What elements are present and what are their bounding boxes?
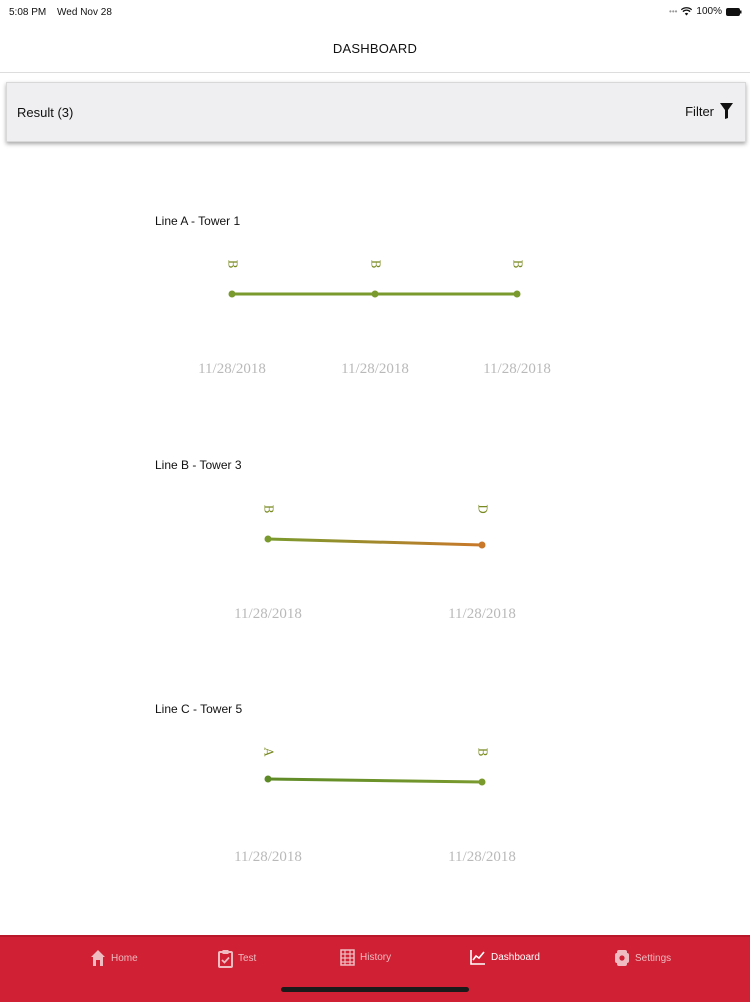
tab-test-label: Test [238, 953, 257, 964]
chart-title-line-c: Line C - Tower 5 [155, 702, 243, 716]
x-tick-label: 11/28/2018 [198, 361, 266, 377]
tab-home-label: Home [111, 952, 138, 964]
tab-dashboard[interactable]: Dashboard [470, 949, 540, 965]
data-label: B [226, 260, 240, 269]
data-point[interactable] [478, 778, 486, 786]
data-point[interactable] [228, 290, 236, 298]
status-date: Wed Nov 28 [57, 7, 112, 18]
tab-test[interactable]: Test [218, 949, 256, 968]
status-time: 5:08 PM [9, 7, 47, 18]
result-bar: Result (3) Filter [6, 82, 746, 142]
x-tick-label: 11/28/2018 [483, 361, 551, 377]
data-label: B [476, 748, 490, 757]
status-bar: 5:08 PM Wed Nov 28 ••• 100% [0, 0, 750, 26]
x-tick-label: 11/28/2018 [341, 361, 409, 377]
tab-history-label: History [360, 952, 392, 963]
tab-history[interactable]: History [340, 949, 391, 966]
data-point[interactable] [264, 535, 272, 543]
data-label: B [262, 505, 276, 514]
data-label: A [262, 747, 276, 757]
chart-icon [470, 950, 485, 965]
line-chart-line-b: B 11/28/2018 D 11/28/2018 [234, 504, 516, 622]
tab-dashboard-label: Dashboard [491, 951, 540, 963]
gear-icon [615, 950, 629, 966]
series-line [267, 537, 483, 547]
battery-icon [726, 7, 742, 16]
line-chart-line-c: A 11/28/2018 B 11/28/2018 [234, 747, 516, 865]
x-tick-label: 11/28/2018 [448, 849, 516, 865]
status-right: ••• 100% [669, 6, 742, 17]
header-divider [0, 72, 750, 73]
tab-settings[interactable]: Settings [614, 949, 671, 967]
x-tick-label: 11/28/2018 [448, 606, 516, 622]
data-point[interactable] [371, 290, 379, 298]
filter-icon [720, 103, 733, 119]
filter-button[interactable]: Filter [685, 103, 733, 119]
data-point[interactable] [264, 775, 272, 783]
data-label: D [476, 504, 490, 514]
status-left: 5:08 PM Wed Nov 28 [9, 7, 120, 18]
data-point[interactable] [513, 290, 521, 298]
tab-settings-label: Settings [635, 952, 672, 964]
chart-title-line-a: Line A - Tower 1 [155, 214, 241, 228]
grid-icon [340, 949, 355, 966]
data-point[interactable] [478, 541, 486, 549]
line-chart-line-a: B 11/28/2018 B 11/28/2018 B 11/28/2018 [198, 260, 551, 377]
wifi-icon [681, 7, 693, 16]
filter-label: Filter [685, 103, 714, 119]
data-label: B [369, 260, 383, 269]
data-label: B [511, 260, 525, 269]
series-line [267, 777, 483, 784]
x-tick-label: 11/28/2018 [234, 606, 302, 622]
x-tick-label: 11/28/2018 [234, 849, 302, 865]
page-title: DASHBOARD [332, 41, 418, 56]
tab-home[interactable]: Home [90, 949, 138, 967]
battery-percent: 100% [696, 6, 722, 17]
home-indicator [281, 987, 469, 992]
clipboard-icon [218, 950, 233, 968]
chart-title-line-b: Line B - Tower 3 [155, 458, 242, 472]
signal-dots-icon: ••• [669, 7, 678, 16]
home-icon [91, 950, 105, 966]
result-count-label: Result (3) [17, 105, 74, 120]
